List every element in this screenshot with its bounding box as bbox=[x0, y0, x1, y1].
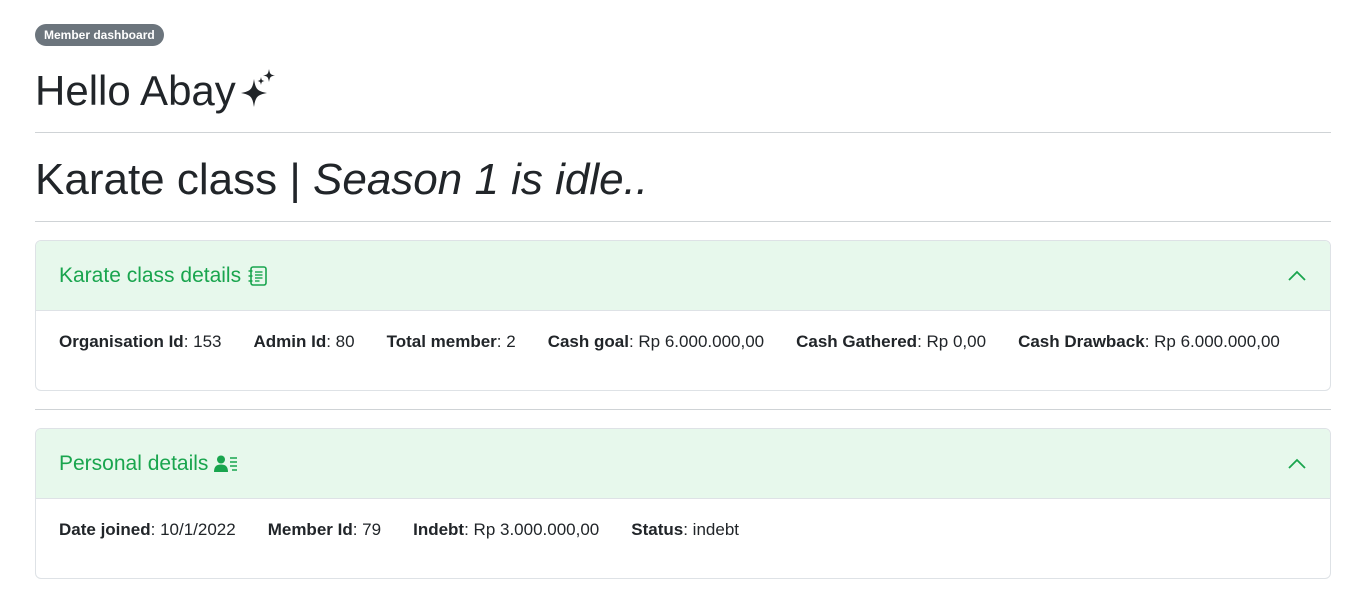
status-field: Status: indebt bbox=[631, 520, 739, 539]
divider bbox=[35, 132, 1331, 133]
member-dashboard-badge: Member dashboard bbox=[35, 24, 164, 46]
total-member-field: Total member: 2 bbox=[386, 332, 516, 351]
admin-id-field: Admin Id: 80 bbox=[253, 332, 355, 351]
date-joined-field: Date joined: 10/1/2022 bbox=[59, 520, 236, 539]
cash-goal-field: Cash goal: Rp 6.000.000,00 bbox=[547, 332, 765, 351]
chevron-up-icon[interactable] bbox=[1287, 266, 1307, 286]
chevron-up-icon[interactable] bbox=[1287, 454, 1307, 474]
person-lines-icon bbox=[214, 455, 238, 472]
cash-drawback-field: Cash Drawback: Rp 6.000.000,00 bbox=[1018, 332, 1280, 351]
cash-gathered-field: Cash Gathered: Rp 0,00 bbox=[796, 332, 987, 351]
class-details-toggle[interactable]: Karate class details bbox=[36, 241, 1330, 311]
class-details-card: Karate class details Organisation Id: 15… bbox=[35, 240, 1331, 391]
greeting-text: Hello Abay bbox=[35, 67, 236, 114]
journal-text-icon bbox=[248, 265, 267, 286]
personal-details-title: Personal details bbox=[59, 452, 238, 476]
personal-details-body: Date joined: 10/1/2022 Member Id: 79 Ind… bbox=[36, 499, 1330, 578]
divider bbox=[35, 221, 1331, 222]
class-details-body: Organisation Id: 153 Admin Id: 80 Total … bbox=[36, 311, 1330, 390]
personal-details-card: Personal details Date joined: 10/1/2022 … bbox=[35, 428, 1331, 579]
class-details-title: Karate class details bbox=[59, 264, 269, 288]
season-status: Season 1 is idle.. bbox=[313, 155, 649, 204]
class-name: Karate class | bbox=[35, 155, 301, 204]
class-title: Karate class | Season 1 is idle.. bbox=[35, 151, 1331, 209]
sparkles-icon bbox=[238, 67, 278, 115]
dashboard-container: Member dashboard Hello Abay Karate class… bbox=[35, 24, 1331, 579]
indebt-field: Indebt: Rp 3.000.000,00 bbox=[413, 520, 600, 539]
organisation-id-field: Organisation Id: 153 bbox=[59, 332, 222, 351]
personal-details-title-text: Personal details bbox=[59, 451, 209, 475]
class-details-title-text: Karate class details bbox=[59, 263, 242, 287]
greeting-heading: Hello Abay bbox=[35, 66, 1331, 116]
personal-details-toggle[interactable]: Personal details bbox=[36, 429, 1330, 499]
divider bbox=[35, 409, 1331, 410]
member-id-field: Member Id: 79 bbox=[267, 520, 382, 539]
